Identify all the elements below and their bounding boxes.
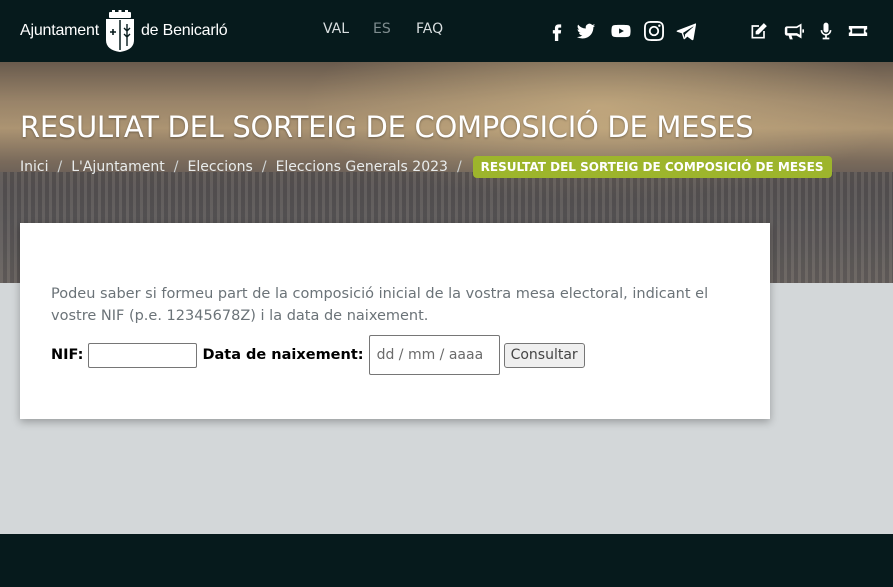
breadcrumb-separator: / (57, 159, 63, 175)
breadcrumb-separator: / (261, 159, 267, 175)
logo-text-right: de Benicarló (140, 22, 228, 39)
breadcrumb-current: RESULTAT DEL SORTEIG DE COMPOSICIÓ DE ME… (472, 156, 832, 178)
breadcrumb-inici[interactable]: Inici (20, 159, 48, 175)
breadcrumb-separator: / (173, 159, 179, 175)
ticket-icon[interactable] (847, 20, 869, 42)
lang-val-link[interactable]: VAL (323, 21, 349, 37)
breadcrumb-separator: / (456, 159, 462, 175)
microphone-icon[interactable] (815, 20, 837, 42)
form-intro-text: Podeu saber si formeu part de la composi… (51, 286, 709, 324)
page-footer (0, 534, 893, 587)
birthdate-placeholder: dd / mm / aaaa (376, 347, 484, 363)
instagram-icon[interactable] (643, 20, 665, 42)
site-logo[interactable]: Ajuntament de Benicarló (20, 10, 228, 52)
megaphone-icon[interactable] (783, 20, 805, 42)
coat-of-arms-icon (105, 10, 135, 52)
edit-icon[interactable] (748, 20, 770, 42)
consultation-form: NIF: Data de naixement: dd / mm / aaaa C… (51, 335, 585, 375)
breadcrumb: Inici / L'Ajuntament / Eleccions / Elecc… (20, 156, 832, 178)
faq-link[interactable]: FAQ (416, 21, 443, 37)
telegram-icon[interactable] (675, 20, 697, 42)
consultation-card: Podeu saber si formeu part de la composi… (20, 223, 770, 419)
lang-es-link[interactable]: ES (373, 21, 391, 37)
youtube-icon[interactable] (610, 20, 632, 42)
nif-input[interactable] (88, 342, 198, 368)
breadcrumb-eleccions-generals[interactable]: Eleccions Generals 2023 (276, 159, 448, 175)
birthdate-label: Data de naixement: (202, 347, 364, 363)
breadcrumb-eleccions[interactable]: Eleccions (187, 159, 252, 175)
page-title: RESULTAT DEL SORTEIG DE COMPOSICIÓ DE ME… (20, 110, 754, 144)
twitter-icon[interactable] (575, 20, 597, 42)
breadcrumb-ajuntament[interactable]: L'Ajuntament (71, 159, 165, 175)
nif-label: NIF: (51, 347, 84, 363)
top-navbar: Ajuntament de Benicarló VAL ES FAQ (0, 0, 893, 62)
logo-text-left: Ajuntament (20, 22, 99, 39)
consultar-button[interactable]: Consultar (503, 342, 585, 368)
birthdate-input[interactable]: dd / mm / aaaa (368, 335, 500, 375)
facebook-icon[interactable] (546, 20, 568, 42)
